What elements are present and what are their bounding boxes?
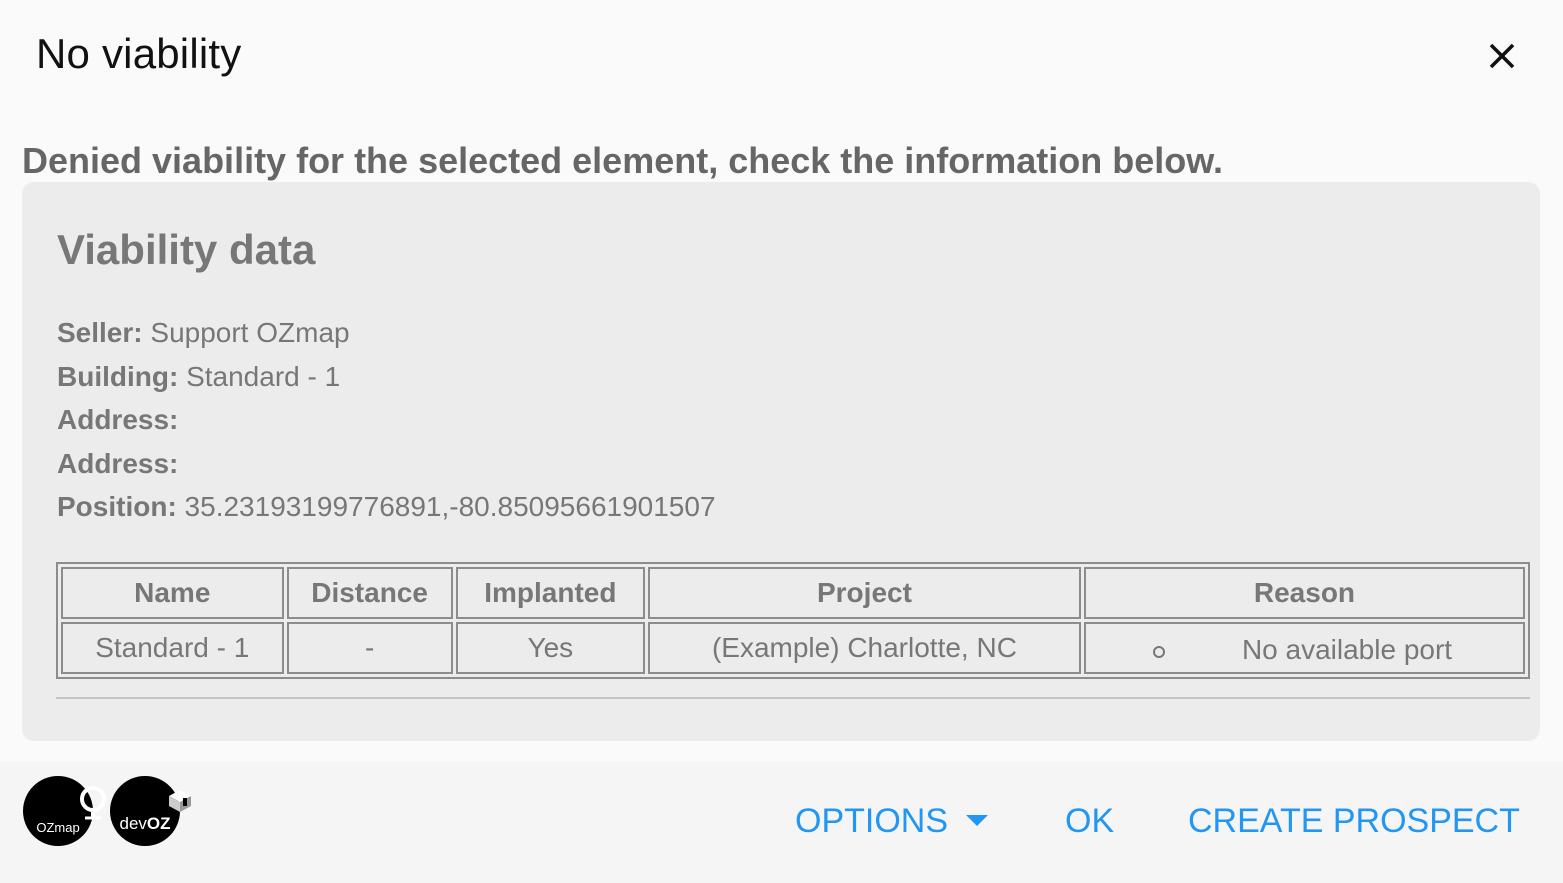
column-header-name: Name [61, 567, 284, 619]
list-bullet-icon [1152, 646, 1165, 658]
create-prospect-button[interactable]: CREATE PROSPECT [1188, 802, 1520, 841]
info-line-seller: Seller: Support OZmap [57, 311, 716, 355]
column-header-project: Project [647, 567, 1081, 619]
options-button[interactable]: OPTIONS [795, 802, 989, 841]
no-viability-dialog: No viability Denied viability for the se… [0, 0, 1563, 883]
building-value: Standard - 1 [186, 360, 341, 392]
results-table-wrapper: Name Distance Implanted Project Reason S… [56, 562, 1530, 679]
cell-name: Standard - 1 [61, 622, 284, 674]
viability-info: Seller: Support OZmap Building: Standard… [57, 311, 716, 529]
devoz-logo-text: devOZ [110, 814, 180, 834]
address-label: Address: [57, 404, 179, 435]
address-2-label: Address: [57, 447, 179, 479]
cell-reason: No available port [1083, 622, 1525, 674]
ozmap-logo: OZmap [23, 776, 106, 846]
position-value: 35.23193199776891,-80.85095661901507 [184, 491, 716, 522]
close-button[interactable] [1478, 32, 1526, 80]
info-line-building: Building: Standard - 1 [57, 355, 716, 399]
seller-value: Support OZmap [150, 317, 350, 348]
cell-distance: - [286, 622, 453, 674]
ozmap-logo-text: OZmap [36, 820, 80, 835]
position-label: Position: [57, 491, 177, 522]
close-icon [1489, 43, 1515, 69]
divider [56, 697, 1530, 699]
table-header-row: Name Distance Implanted Project Reason [61, 567, 1525, 619]
caret-down-icon [966, 814, 989, 826]
info-line-address-2: Address: [57, 442, 716, 486]
card-title: Viability data [57, 226, 316, 273]
ok-button[interactable]: OK [1065, 802, 1114, 841]
viability-data-card: Viability data Seller: Support OZmap Bui… [22, 182, 1540, 741]
column-header-implanted: Implanted [455, 567, 645, 619]
column-header-distance: Distance [286, 567, 453, 619]
devoz-prefix: dev [119, 814, 147, 833]
column-header-reason: Reason [1083, 567, 1525, 619]
cell-implanted: Yes [455, 622, 645, 674]
info-line-address: Address: [57, 398, 716, 442]
building-label: Building: [57, 360, 179, 392]
seller-label: Seller: [57, 317, 143, 348]
devoz-logo: devOZ [110, 776, 191, 846]
cell-project: (Example) Charlotte, NC [647, 622, 1081, 674]
cube-icon [169, 790, 191, 812]
options-button-label: OPTIONS [795, 802, 949, 840]
info-line-position: Position: 35.23193199776891,-80.85095661… [57, 485, 716, 529]
reason-text: No available port [1241, 634, 1453, 665]
dialog-footer: OZmap devOZ OPTIONS OK CREATE PROSPECT [0, 762, 1563, 883]
dialog-title: No viability [36, 30, 242, 77]
results-table: Name Distance Implanted Project Reason S… [56, 562, 1530, 679]
table-row: Standard - 1 - Yes (Example) Charlotte, … [61, 622, 1525, 674]
dialog-subtitle: Denied viability for the selected elemen… [22, 140, 1223, 181]
devoz-suffix: OZ [146, 814, 171, 833]
